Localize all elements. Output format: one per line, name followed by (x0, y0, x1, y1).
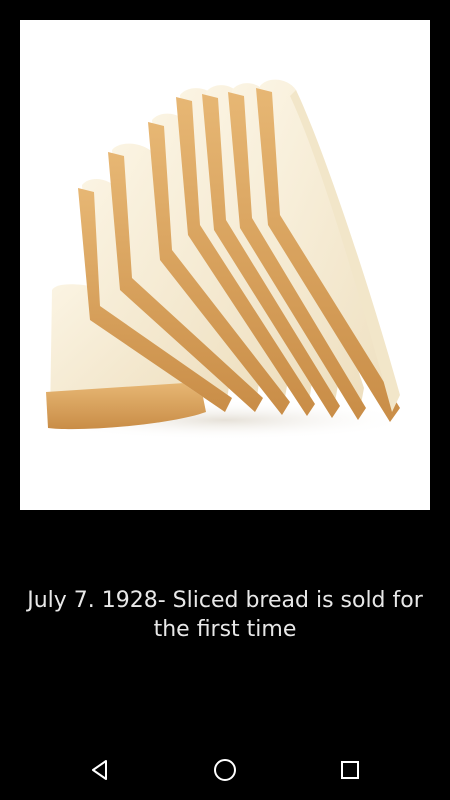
event-caption: July 7. 1928- Sliced bread is sold for t… (27, 588, 423, 642)
home-button[interactable] (195, 740, 255, 800)
app-screen: July 7. 1928- Sliced bread is sold for t… (0, 0, 450, 800)
home-circle-icon (214, 759, 236, 781)
back-triangle-icon (92, 760, 107, 780)
recents-square-icon (341, 761, 359, 779)
bread-image (20, 20, 430, 510)
back-button[interactable] (70, 740, 130, 800)
sliced-bread-illustration (20, 20, 430, 510)
recents-button[interactable] (320, 740, 380, 800)
system-navigation-bar (0, 740, 450, 800)
